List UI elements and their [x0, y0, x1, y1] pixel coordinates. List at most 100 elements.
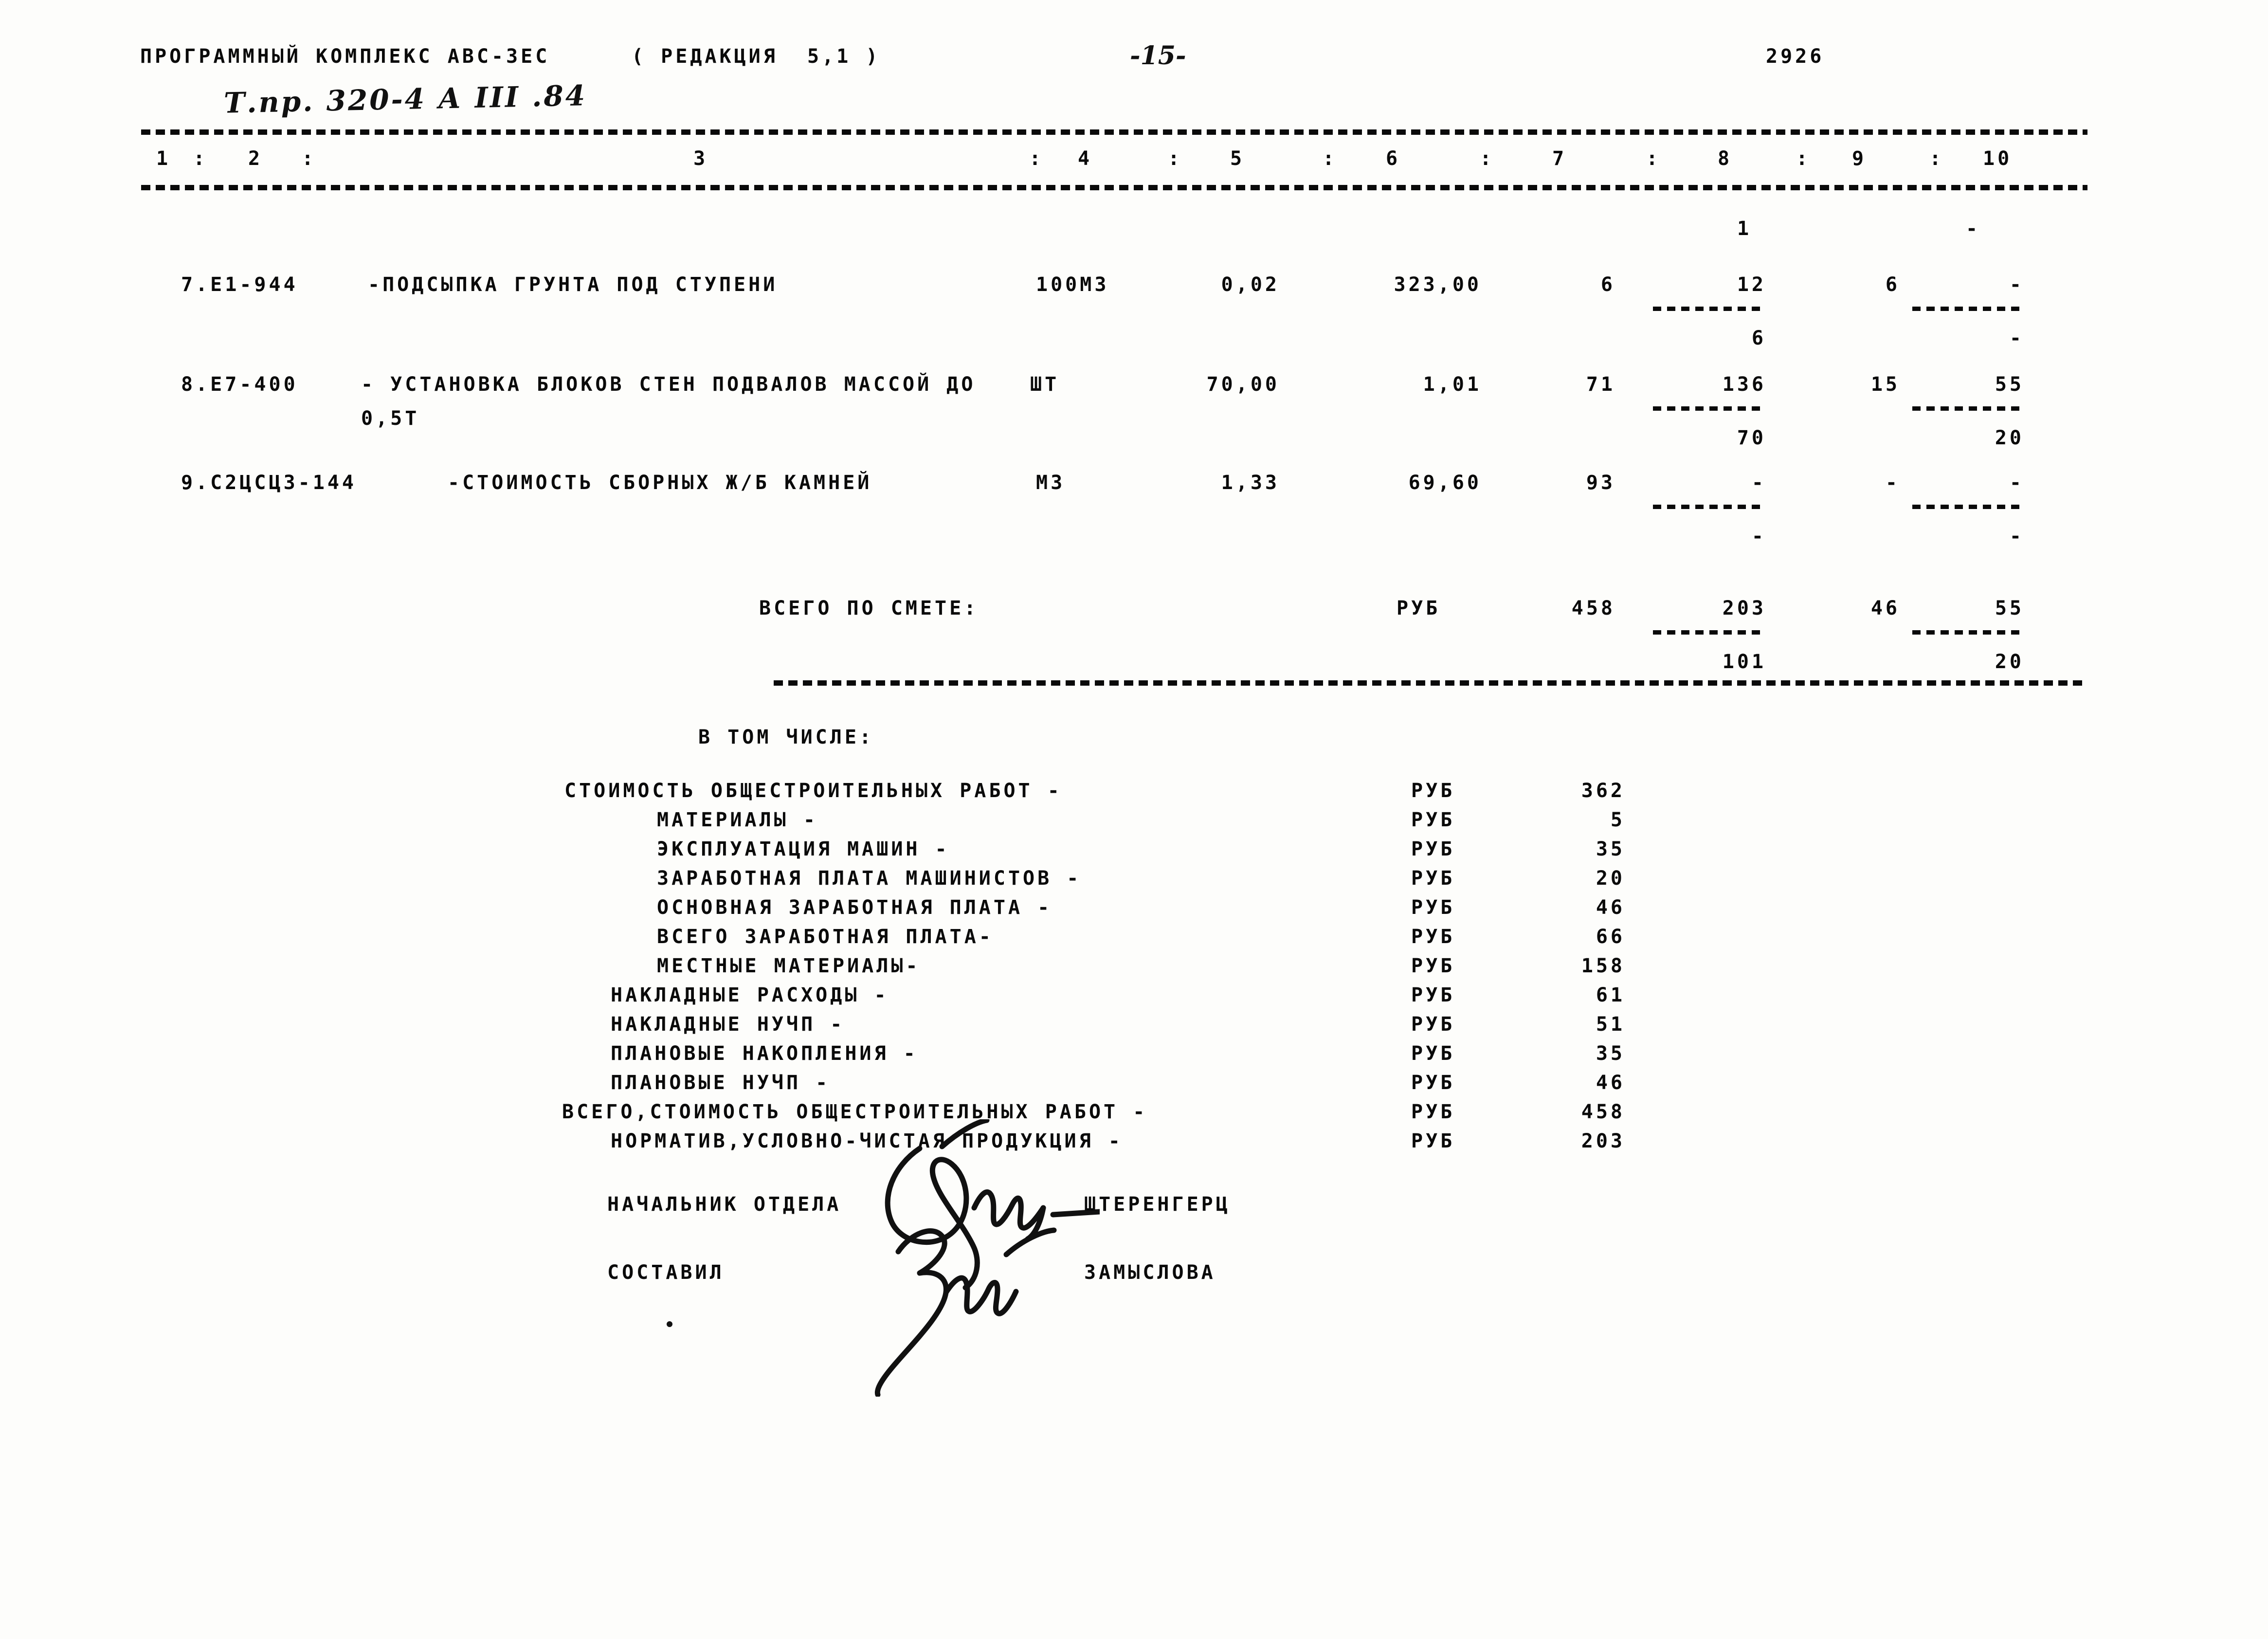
row-3-description: -СТОИМОСТЬ СБОРНЫХ Ж/Б КАМНЕЙ [448, 472, 872, 494]
row-1-col8: 12 [1737, 273, 1766, 296]
row-2-col10-sub: 20 [1995, 427, 2024, 449]
total-col10-rule [1912, 630, 2025, 635]
total-col8-sub: 101 [1722, 651, 1766, 673]
breakdown-label-0: СТОИМОСТЬ ОБЩЕСТРОИТЕЛЬНЫХ РАБОТ - [564, 780, 1062, 802]
column-header-1: 1 [156, 147, 171, 170]
breakdown-unit-6: РУБ [1411, 955, 1455, 977]
signature-name-0: ШТЕРЕНГЕРЦ [1084, 1193, 1231, 1216]
row-3-col7: 93 [1586, 472, 1615, 494]
breakdown-label-5: ВСЕГО ЗАРАБОТНАЯ ПЛАТА- [657, 926, 994, 948]
row-1-unit: 100М3 [1036, 273, 1109, 296]
row-1-col8-sub: 6 [1751, 327, 1766, 349]
page-number: -15- [1130, 41, 1186, 71]
signature-mark-zamyslova [842, 1187, 1075, 1397]
breakdown-unit-9: РУБ [1411, 1042, 1455, 1065]
document-page: ПРОГРАММНЫЙ КОМПЛЕКС АВС-3ЕС ( РЕДАКЦИЯ … [0, 0, 2268, 1639]
row-3-col8-rule [1653, 505, 1766, 509]
column-header-5: 5 [1230, 147, 1245, 170]
breakdown-value-8: 51 [1596, 1013, 1625, 1036]
total-col9: 46 [1870, 597, 1900, 619]
breakdown-value-12: 203 [1581, 1130, 1625, 1152]
row-3-qty: 1,33 [1221, 472, 1280, 494]
breakdown-label-1: МАТЕРИАЛЫ - [657, 809, 818, 831]
breakdown-label-3: ЗАРАБОТНАЯ ПЛАТА МАШИНИСТОВ - [657, 867, 1082, 890]
row-2-col8-sub: 70 [1737, 427, 1766, 449]
breakdown-value-1: 5 [1610, 809, 1625, 831]
column-header-6: 6 [1386, 147, 1401, 170]
breakdown-label-8: НАКЛАДНЫЕ НУЧП - [611, 1013, 845, 1036]
total-col8-rule [1653, 630, 1766, 635]
breakdown-unit-8: РУБ [1411, 1013, 1455, 1036]
breakdown-value-3: 20 [1596, 867, 1625, 890]
row-1-col8-rule [1653, 307, 1766, 311]
breakdown-value-11: 458 [1581, 1101, 1625, 1123]
table-top-rule [141, 129, 2087, 135]
row-2-col9: 15 [1870, 373, 1900, 396]
row-3-col8-sub: - [1751, 525, 1766, 547]
breakdown-value-5: 66 [1596, 926, 1625, 948]
breakdown-value-10: 46 [1596, 1072, 1625, 1094]
row-1-col10: - [2009, 273, 2024, 296]
row-1-price: 323,00 [1394, 273, 1482, 296]
breakdown-unit-4: РУБ [1411, 896, 1455, 919]
breakdown-unit-5: РУБ [1411, 926, 1455, 948]
breakdown-unit-10: РУБ [1411, 1072, 1455, 1094]
document-code: 2926 [1766, 45, 1825, 68]
row-2-col7: 71 [1586, 373, 1615, 396]
breakdown-heading: В ТОМ ЧИСЛЕ: [698, 726, 874, 748]
row-2-col8: 136 [1722, 373, 1766, 396]
total-label: ВСЕГО ПО СМЕТЕ: [759, 597, 979, 619]
row-1-col8-upper: 1 [1737, 218, 1752, 240]
column-header-3: 3 [693, 147, 708, 170]
breakdown-unit-12: РУБ [1411, 1130, 1455, 1152]
row-2-description: - УСТАНОВКА БЛОКОВ СТЕН ПОДВАЛОВ МАССОЙ … [361, 373, 976, 396]
signature-role-0: НАЧАЛЬНИК ОТДЕЛА [607, 1193, 842, 1216]
column-header-8: 8 [1718, 147, 1733, 170]
row-3-col10-rule [1912, 505, 2025, 509]
breakdown-label-11: ВСЕГО,СТОИМОСТЬ ОБЩЕСТРОИТЕЛЬНЫХ РАБОТ - [562, 1101, 1148, 1123]
breakdown-unit-0: РУБ [1411, 780, 1455, 802]
breakdown-label-10: ПЛАНОВЫЕ НУЧП - [611, 1072, 831, 1094]
total-col10: 55 [1995, 597, 2024, 619]
total-unit: РУБ [1397, 597, 1441, 619]
column-header-9: 9 [1852, 147, 1867, 170]
signature-role-1: СОСТАВИЛ [607, 1261, 725, 1284]
row-3-col10-sub: - [2009, 525, 2024, 547]
row-2-unit: ШТ [1030, 373, 1060, 396]
total-col7: 458 [1571, 597, 1615, 619]
row-1-col10-upper: - [1966, 218, 1981, 240]
breakdown-value-0: 362 [1581, 780, 1625, 802]
row-2-price: 1,01 [1423, 373, 1482, 396]
row-2-code: 8.Е7-400 [181, 373, 298, 396]
column-header-sep-8: : [1796, 147, 1811, 170]
breakdown-unit-3: РУБ [1411, 867, 1455, 890]
breakdown-label-7: НАКЛАДНЫЕ РАСХОДЫ - [611, 984, 889, 1006]
row-3-unit: М3 [1036, 472, 1066, 494]
row-2-qty: 70,00 [1206, 373, 1280, 396]
row-3-col10: - [2009, 472, 2024, 494]
totals-bottom-rule [774, 680, 2087, 686]
column-header-10: 10 [1983, 147, 2013, 170]
column-header-sep-7: : [1646, 147, 1661, 170]
row-1-col7: 6 [1600, 273, 1615, 296]
row-1-col9: 6 [1885, 273, 1900, 296]
total-col10-sub: 20 [1995, 651, 2024, 673]
column-header-sep-1: : [193, 147, 208, 170]
breakdown-value-7: 61 [1596, 984, 1625, 1006]
column-header-7: 7 [1552, 147, 1567, 170]
row-3-col8: - [1751, 472, 1766, 494]
column-header-sep-2: : [302, 147, 317, 170]
table-header-rule [141, 185, 2087, 190]
breakdown-value-6: 158 [1581, 955, 1625, 977]
column-header-sep-5: : [1323, 147, 1338, 170]
row-1-qty: 0,02 [1221, 273, 1280, 296]
column-header-sep-6: : [1480, 147, 1495, 170]
breakdown-value-9: 35 [1596, 1042, 1625, 1065]
row-1-col10-rule [1912, 307, 2025, 311]
row-2-description-cont: 0,5Т [361, 407, 420, 430]
column-header-sep-9: : [1929, 147, 1944, 170]
program-title: ПРОГРАММНЫЙ КОМПЛЕКС АВС-3ЕС [140, 45, 550, 68]
breakdown-value-4: 46 [1596, 896, 1625, 919]
breakdown-label-6: МЕСТНЫЕ МАТЕРИАЛЫ- [657, 955, 921, 977]
breakdown-value-2: 35 [1596, 838, 1625, 860]
